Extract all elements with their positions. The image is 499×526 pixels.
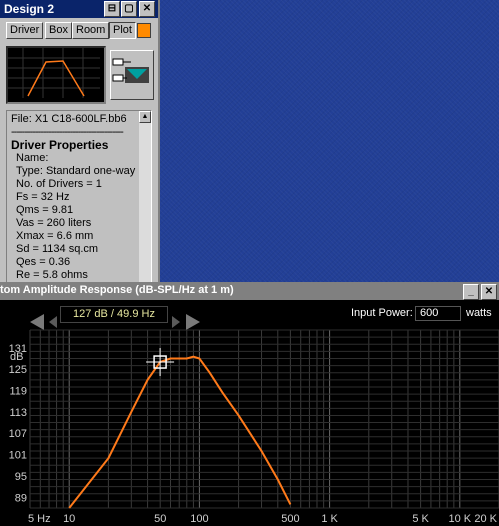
thumbnail-graph — [8, 48, 100, 98]
prop-qms: Qms = 9.81 — [16, 204, 74, 216]
prop-re: Re = 5.8 ohms — [16, 269, 88, 281]
design-titlebar[interactable]: Design 2 ⊟ ▢ ✕ — [0, 0, 158, 18]
y-tick-label: 101 — [9, 450, 27, 462]
design-window: Design 2 ⊟ ▢ ✕ Driver Box Room Plot File… — [0, 0, 160, 287]
y-tick-label: 119 — [9, 386, 27, 398]
prop-xmax: Xmax = 6.6 mm — [16, 230, 94, 242]
x-tick-label: 5 K — [412, 513, 429, 525]
x-tick-label: 1 K — [321, 513, 338, 525]
input-power-unit: watts — [466, 307, 492, 319]
nav-left-icon — [30, 314, 44, 330]
x-tick-label: 20 K — [474, 513, 497, 525]
y-tick-label: 89 — [15, 492, 27, 504]
prop-qes: Qes = 0.36 — [16, 256, 71, 268]
file-name-text: File: X1 C18-600LF.bb6 — [11, 113, 127, 125]
cursor-readout: 127 dB / 49.9 Hz — [60, 306, 168, 323]
thumbnail-plot[interactable] — [6, 46, 106, 104]
y-tick-label: 125 — [9, 364, 27, 376]
prop-name: Name: — [16, 152, 49, 164]
tab-plot[interactable]: Plot — [109, 22, 136, 39]
input-power-field[interactable] — [415, 306, 461, 321]
x-tick-label: 5 Hz — [28, 513, 51, 525]
driver-properties-panel[interactable]: File: X1 C18-600LF.bb6 -----------------… — [6, 110, 152, 287]
y-axis-unit: dB — [10, 351, 23, 363]
plot-grid — [29, 329, 499, 509]
design-window-title: Design 2 — [4, 2, 55, 16]
x-tick-label: 50 — [154, 513, 166, 525]
scroll-up-icon[interactable]: ▲ — [139, 111, 151, 123]
y-tick-label: 113 — [9, 407, 27, 419]
speaker-box-icon — [112, 58, 149, 83]
prop-type: Type: Standard one-way — [16, 165, 136, 177]
y-tick-label: 95 — [15, 471, 27, 483]
properties-scrollbar[interactable]: ▲ — [139, 111, 151, 286]
prop-fs: Fs = 32 Hz — [16, 191, 70, 203]
separator-line: ----------------------------------------… — [11, 126, 124, 138]
close-button[interactable]: ✕ — [139, 1, 155, 17]
plot-color-swatch[interactable] — [137, 23, 151, 38]
nav-right-icon — [186, 314, 200, 330]
prop-num-drivers: No. of Drivers = 1 — [16, 178, 102, 190]
input-power-label: Input Power: — [351, 307, 413, 319]
x-tick-label: 100 — [190, 513, 208, 525]
tab-driver[interactable]: Driver — [6, 22, 44, 39]
minimize-button[interactable]: ⊟ — [104, 1, 120, 17]
tab-room[interactable]: Room — [72, 22, 110, 39]
box-diagram-icon[interactable] — [110, 50, 154, 100]
maximize-button[interactable]: ▢ — [121, 1, 137, 17]
x-tick-label: 10 K — [448, 513, 471, 525]
tab-box[interactable]: Box — [45, 22, 72, 39]
x-axis-labels: 5 Hz 10 50 100 500 1 K 5 K 10 K 20 K — [28, 513, 498, 525]
response-window: tom Amplitude Response (dB-SPL/Hz at 1 m… — [0, 282, 499, 526]
prop-sd: Sd = 1134 sq.cm — [16, 243, 99, 255]
y-axis-labels: 1311251191131071019589 — [9, 343, 27, 505]
section-title: Driver Properties — [11, 138, 109, 152]
y-tick-label: 107 — [9, 428, 27, 440]
step-right-icon — [172, 316, 180, 328]
x-tick-label: 10 — [63, 513, 75, 525]
cursor-marker — [146, 348, 175, 377]
step-left-icon — [49, 316, 57, 328]
x-tick-label: 500 — [281, 513, 299, 525]
prop-vas: Vas = 260 liters — [16, 217, 92, 229]
